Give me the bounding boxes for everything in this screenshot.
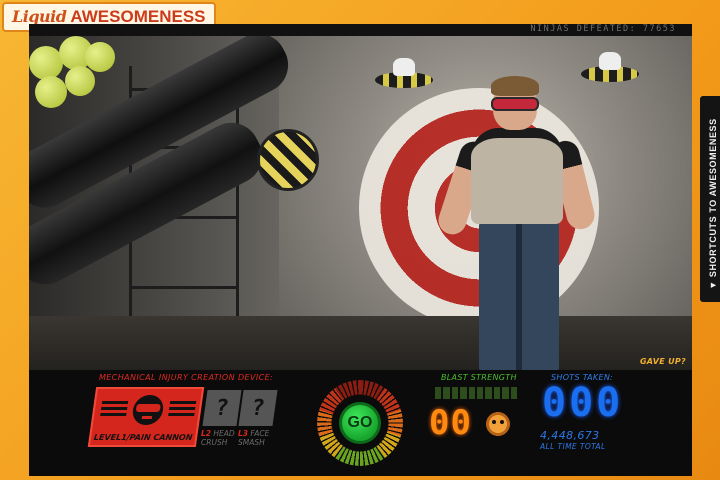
speed-stripes-icon xyxy=(168,401,197,417)
shots-taken-value: 000 xyxy=(542,380,624,426)
question-mark-icon: ? xyxy=(249,395,267,421)
question-mark-icon: ? xyxy=(213,395,231,421)
skull-icon xyxy=(484,410,512,438)
level3-label: L3 FACE SMASH xyxy=(238,429,270,447)
go-button[interactable]: GO xyxy=(339,402,381,444)
speed-stripes-icon xyxy=(100,401,129,417)
level1-label: LEVEL1/PAIN CANNON xyxy=(93,433,194,442)
level3-locked-button[interactable]: ? xyxy=(238,390,278,426)
video-scene[interactable]: GAVE UP? xyxy=(29,36,692,370)
game-window: NINJAS DEFEATED: 77653 GAVE UP? MECHANIC… xyxy=(29,24,692,476)
flying-ninja xyxy=(581,52,639,82)
cannon-muzzle xyxy=(257,129,319,191)
tennis-balls xyxy=(29,36,119,116)
ninjas-defeated-counter: NINJAS DEFEATED: 77653 xyxy=(530,24,676,34)
shortcuts-label: ▼ SHORTCUTS TO AWESOMENESS xyxy=(708,118,718,290)
go-label: GO xyxy=(347,414,373,431)
goggles xyxy=(491,97,539,111)
goggled-face-icon xyxy=(130,395,166,425)
test-subject-person xyxy=(434,76,598,370)
give-up-link[interactable]: GAVE UP? xyxy=(640,357,686,366)
level1-pain-cannon-button[interactable]: LEVEL1/PAIN CANNON xyxy=(87,387,205,447)
flying-ninja xyxy=(375,58,433,88)
shortcuts-side-tab[interactable]: ▼ SHORTCUTS TO AWESOMENESS xyxy=(700,96,720,302)
blast-strength-title: BLAST STRENGTH xyxy=(441,373,517,382)
device-title: MECHANICAL INJURY CREATION DEVICE: xyxy=(99,373,274,382)
all-time-total-label: ALL TIME TOTAL xyxy=(540,442,606,451)
level2-locked-button[interactable]: ? xyxy=(202,390,242,426)
all-time-total-value: 4,448,673 xyxy=(540,429,600,442)
score-bar: NINJAS DEFEATED: 77653 xyxy=(29,24,692,36)
control-panel: MECHANICAL INJURY CREATION DEVICE: LEVEL… xyxy=(29,370,692,476)
blast-strength-value: 00 xyxy=(429,403,472,443)
blast-strength-meter xyxy=(435,387,518,399)
level2-label: L2 HEAD CRUSH xyxy=(201,429,235,447)
garage-floor xyxy=(29,316,692,370)
